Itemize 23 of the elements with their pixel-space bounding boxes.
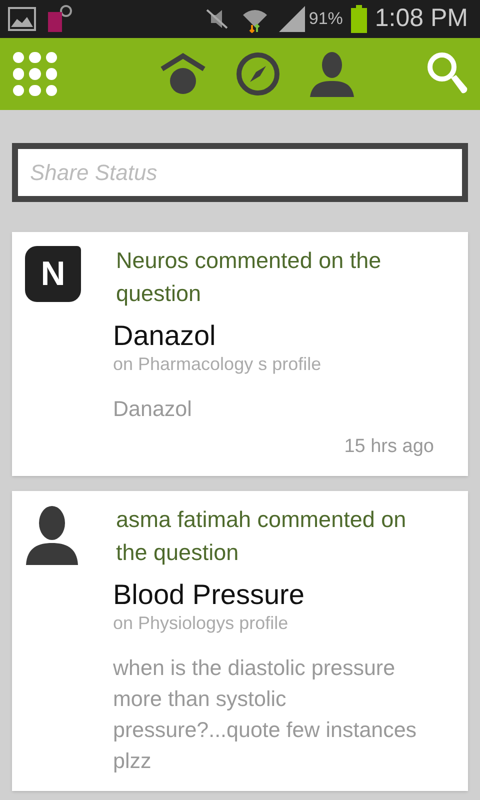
menu-icon[interactable]: [12, 51, 58, 97]
battery-level: 91%: [308, 8, 343, 30]
feed-card[interactable]: asma fatimah commented on the question Blood Pressure on Physiologys profile when is the diastolic pressure more than systolic pressure?...quote few instances plzz: [12, 490, 468, 790]
activity-headline: Neuros commented on the question: [116, 247, 382, 308]
profile-text: on Pharmacology s profile: [113, 354, 322, 374]
user-icon[interactable]: [309, 51, 355, 97]
comment-text: when is the diastolic pressure more than systolic pressure?...quote few instances plzz: [113, 654, 418, 774]
compass-icon[interactable]: [235, 51, 281, 97]
clock: 1:08 PM: [374, 3, 468, 34]
signal-icon: [276, 6, 305, 32]
comment-text: Danazol: [113, 396, 193, 423]
avatar-icon: [25, 504, 79, 564]
app-logo: N: [25, 246, 81, 302]
battery-icon: [350, 5, 367, 33]
timestamp: 15 hrs ago: [343, 435, 434, 459]
question-title: Danazol: [113, 319, 217, 353]
question-title: Blood Pressure: [113, 578, 306, 612]
feed-card[interactable]: N Neuros commented on the question Danazol on Pharmacology s profile Danazol 15 hrs ago: [12, 232, 468, 476]
home-icon[interactable]: [159, 51, 207, 95]
profile-text: on Physiologys profile: [113, 612, 290, 632]
activity-headline: asma fatimah commented on the question: [116, 506, 408, 567]
image-icon: [8, 7, 36, 31]
status-field[interactable]: Share Status: [12, 143, 468, 202]
